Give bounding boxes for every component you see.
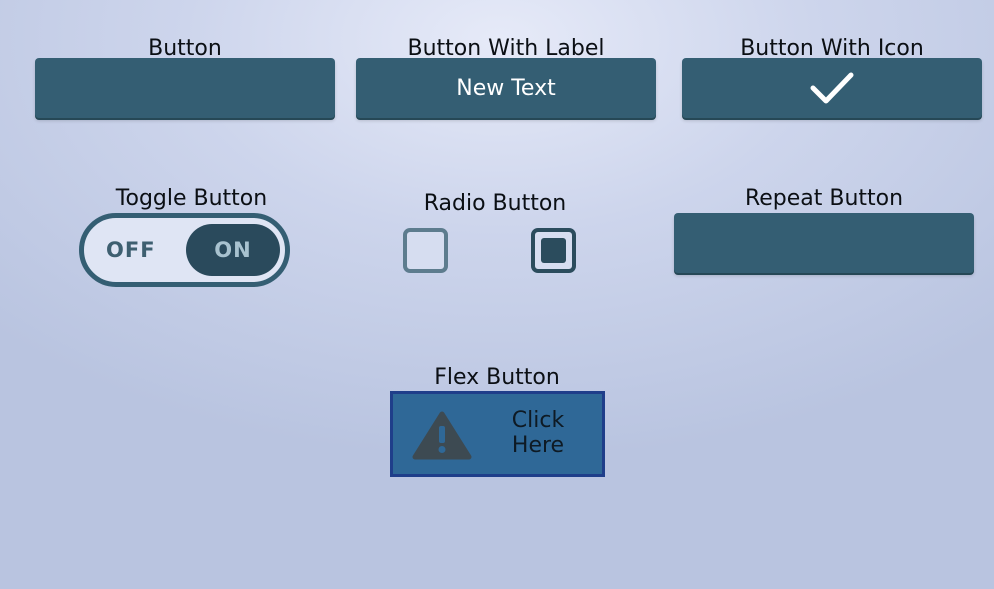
radio-selected-indicator (541, 238, 566, 263)
radio-button-caption: Radio Button (423, 191, 567, 216)
button-with-icon[interactable] (682, 58, 982, 118)
plain-button[interactable] (35, 58, 335, 118)
toggle-button-caption: Toggle Button (115, 186, 268, 211)
toggle-off-label: OFF (106, 238, 156, 262)
toggle-on-knob: ON (186, 224, 280, 276)
radio-option-unchecked[interactable] (403, 228, 448, 273)
repeat-button-caption: Repeat Button (744, 186, 904, 211)
flex-button[interactable]: Click Here (390, 391, 605, 477)
repeat-button[interactable] (674, 213, 974, 273)
flex-button-caption: Flex Button (434, 365, 560, 390)
radio-option-checked[interactable] (531, 228, 576, 273)
warning-icon (412, 411, 472, 460)
flex-button-line1: Click (511, 408, 565, 433)
checkmark-icon (810, 72, 854, 104)
button-with-label[interactable]: New Text (356, 58, 656, 118)
flex-button-text: Click Here (499, 408, 577, 458)
toggle-switch[interactable]: OFF ON (79, 213, 290, 287)
flex-button-line2: Here (511, 433, 565, 458)
button-with-label-text: New Text (456, 75, 556, 101)
